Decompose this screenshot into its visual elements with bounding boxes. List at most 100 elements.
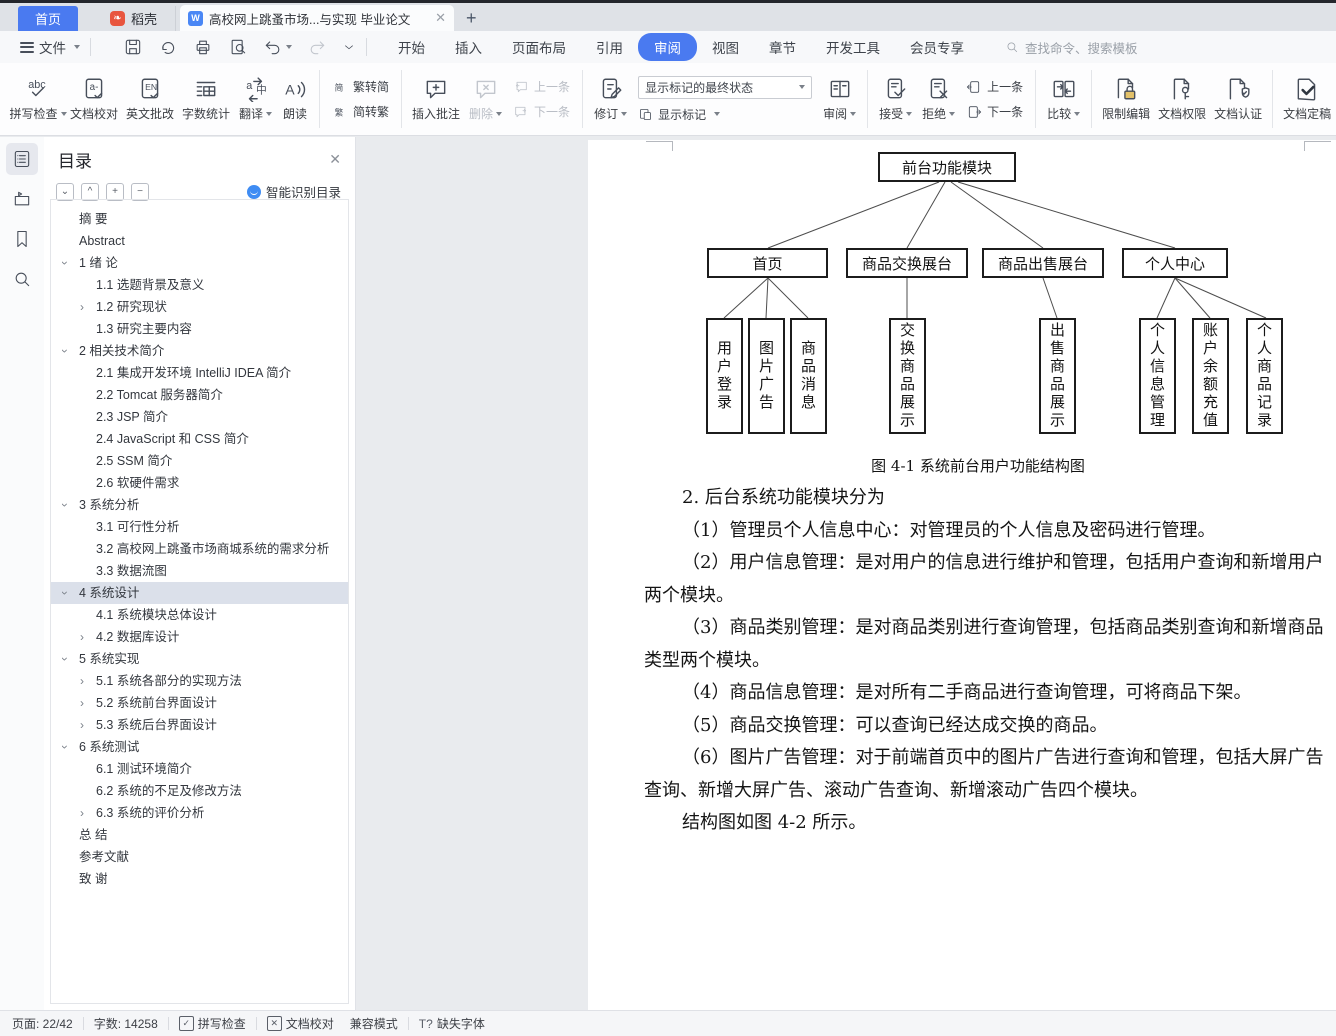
tab-document[interactable]: W 高校网上跳蚤市场...与实现 毕业论文 ✕ (180, 5, 455, 31)
doc-auth-button[interactable]: 文档认证 (1210, 76, 1266, 122)
compat-mode-indicator[interactable]: 兼容模式 (350, 1015, 398, 1032)
tab-dev-tools[interactable]: 开发工具 (811, 33, 895, 61)
outline-panel-button[interactable] (6, 143, 38, 175)
document-area[interactable]: 前台功能模块 首页 商品交换展台 商品出售展台 个人中心 用户登录 图片广告 商… (356, 137, 1336, 1010)
tab-review[interactable]: 审阅 (638, 33, 697, 61)
toc-expand-arrow[interactable] (63, 648, 79, 670)
toc-item[interactable]: 总 结 (51, 824, 348, 846)
toc-item[interactable]: 5.3 系统后台界面设计 (51, 714, 348, 736)
review-pane-button[interactable]: 审阅 (818, 76, 861, 122)
undo-button[interactable] (263, 37, 292, 57)
toc-item[interactable]: 1.2 研究现状 (51, 296, 348, 318)
doc-final-button[interactable]: 文档定稿 (1279, 76, 1335, 122)
doc-proof-toggle[interactable]: ✕ 文档校对 (266, 1015, 334, 1032)
tab-start[interactable]: 开始 (383, 33, 440, 61)
body-text[interactable]: 2. 后台系统功能模块分为 （1）管理员个人信息中心：对管理员的个人信息及密码进… (644, 482, 1323, 840)
close-icon[interactable]: ✕ (329, 151, 341, 168)
read-aloud-button[interactable]: A 朗读 (277, 76, 313, 122)
toc-item[interactable]: 2.1 集成开发环境 IntelliJ IDEA 简介 (51, 362, 348, 384)
toc-item[interactable]: 4.1 系统模块总体设计 (51, 604, 348, 626)
toc-expand-arrow[interactable] (63, 340, 79, 362)
collapse-all-button[interactable]: ^ (81, 182, 99, 201)
track-changes-button[interactable]: 修订 (589, 76, 632, 122)
toc-expand-arrow[interactable] (80, 714, 96, 736)
doc-permission-button[interactable]: 文档权限 (1154, 76, 1210, 122)
export-button[interactable] (158, 37, 178, 57)
tab-view[interactable]: 视图 (697, 33, 754, 61)
next-change-button[interactable]: 下一条 (966, 103, 1023, 120)
tab-home[interactable]: 首页 (18, 6, 78, 31)
tab-member[interactable]: 会员专享 (895, 33, 979, 61)
spell-check-toggle[interactable]: ✓ 拼写检查 (178, 1015, 246, 1032)
toc-item[interactable]: 6.1 测试环境简介 (51, 758, 348, 780)
toc-item[interactable]: Abstract (51, 230, 348, 252)
toc-item[interactable]: 5 系统实现 (51, 648, 348, 670)
toc-item[interactable]: 摘 要 (51, 208, 348, 230)
word-count-indicator[interactable]: 字数: 14258 (94, 1015, 158, 1032)
toc-item[interactable]: 4 系统设计 (51, 582, 348, 604)
word-count-button[interactable]: 字数统计 (178, 76, 234, 122)
expand-level-button[interactable]: + (106, 182, 124, 201)
spell-check-button[interactable]: abc 拼写检查 (10, 76, 67, 122)
toc-expand-arrow[interactable] (80, 626, 96, 648)
expand-all-button[interactable]: ⌄ (56, 182, 74, 201)
page-indicator[interactable]: 页面: 22/42 (12, 1015, 73, 1032)
document-page[interactable]: 前台功能模块 首页 商品交换展台 商品出售展台 个人中心 用户登录 图片广告 商… (588, 140, 1336, 1010)
prev-change-button[interactable]: 上一条 (966, 78, 1023, 95)
toc-expand-arrow[interactable] (63, 582, 79, 604)
trad-to-simp-button[interactable]: 简 繁转简 (332, 78, 389, 95)
print-button[interactable] (193, 37, 213, 57)
toc-item[interactable]: 3 系统分析 (51, 494, 348, 516)
next-comment-button[interactable]: 下一条 (513, 103, 570, 120)
redo-button[interactable] (307, 37, 327, 57)
show-markup-button[interactable]: 显示标记 (638, 106, 812, 123)
toc-item[interactable]: 4.2 数据库设计 (51, 626, 348, 648)
toc-expand-arrow[interactable] (63, 252, 79, 274)
toc-item[interactable]: 2.5 SSM 简介 (51, 450, 348, 472)
toc-item[interactable]: 6.2 系统的不足及修改方法 (51, 780, 348, 802)
print-preview-button[interactable] (228, 37, 248, 57)
toc-item[interactable]: 2.2 Tomcat 服务器简介 (51, 384, 348, 406)
toc-item[interactable]: 5.2 系统前台界面设计 (51, 692, 348, 714)
toolbar-more-button[interactable] (342, 40, 356, 54)
tab-section[interactable]: 章节 (754, 33, 811, 61)
tab-insert[interactable]: 插入 (440, 33, 497, 61)
new-tab-button[interactable]: + (466, 9, 477, 31)
command-search[interactable]: 查找命令、搜索模板 (1005, 38, 1138, 57)
toc-item[interactable]: 2 相关技术简介 (51, 340, 348, 362)
toc-expand-arrow[interactable] (80, 802, 96, 824)
english-correct-button[interactable]: EN 英文批改 (122, 76, 178, 122)
collapse-level-button[interactable]: − (131, 182, 149, 201)
compare-button[interactable]: 比较 (1042, 76, 1085, 122)
file-menu-button[interactable]: 文件 (20, 37, 80, 57)
tab-docer[interactable]: ❧ 稻壳 (92, 6, 177, 31)
reject-change-button[interactable]: 拒绝 (917, 76, 960, 122)
delete-comment-button[interactable]: 删除 (464, 76, 507, 122)
toc-item[interactable]: 5.1 系统各部分的实现方法 (51, 670, 348, 692)
toc-item[interactable]: 1.1 选题背景及意义 (51, 274, 348, 296)
toc-item[interactable]: 6.3 系统的评价分析 (51, 802, 348, 824)
toc-item[interactable]: 2.3 JSP 简介 (51, 406, 348, 428)
accept-change-button[interactable]: 接受 (874, 76, 917, 122)
toc-item[interactable]: 参考文献 (51, 846, 348, 868)
close-tab-icon[interactable]: ✕ (435, 10, 446, 26)
toc-item[interactable]: 2.4 JavaScript 和 CSS 简介 (51, 428, 348, 450)
toc-expand-arrow[interactable] (63, 736, 79, 758)
toc-item[interactable]: 1.3 研究主要内容 (51, 318, 348, 340)
bookmark-panel-button[interactable] (6, 223, 38, 255)
toc-item[interactable]: 3.3 数据流图 (51, 560, 348, 582)
insert-comment-button[interactable]: 插入批注 (408, 76, 464, 122)
translate-button[interactable]: a中 翻译 (234, 76, 277, 122)
find-panel-button[interactable] (6, 263, 38, 295)
save-button[interactable] (123, 37, 143, 57)
toc-expand-arrow[interactable] (80, 670, 96, 692)
toc-item[interactable]: 3.1 可行性分析 (51, 516, 348, 538)
toc-expand-arrow[interactable] (80, 692, 96, 714)
toc-item[interactable]: 6 系统测试 (51, 736, 348, 758)
missing-font-indicator[interactable]: T? 缺失字体 (419, 1015, 485, 1032)
toc-item[interactable]: 致 谢 (51, 868, 348, 890)
annotation-panel-button[interactable] (6, 183, 38, 215)
toc-item[interactable]: 3.2 高校网上跳蚤市场商城系统的需求分析 (51, 538, 348, 560)
toc-expand-arrow[interactable] (63, 494, 79, 516)
tab-reference[interactable]: 引用 (581, 33, 638, 61)
